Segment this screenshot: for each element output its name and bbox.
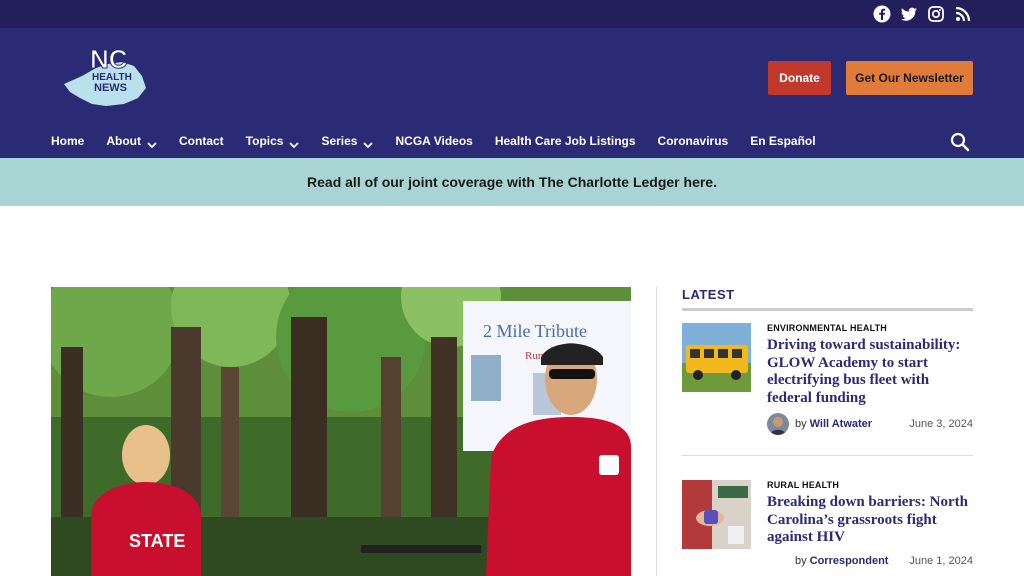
article-author[interactable]: Will Atwater: [810, 418, 872, 430]
column-divider: [656, 287, 657, 576]
announcement-banner: Read all of our joint coverage with The …: [0, 158, 1024, 206]
article-category[interactable]: RURAL HEALTH: [767, 480, 973, 490]
nav-label: En Español: [750, 134, 816, 148]
nav-item-coronavirus[interactable]: Coronavirus: [658, 134, 729, 148]
facebook-icon[interactable]: [873, 5, 891, 23]
article-thumbnail[interactable]: [682, 323, 751, 392]
nav-label: Contact: [179, 134, 224, 148]
nav-item-ncga-videos[interactable]: NCGA Videos: [395, 134, 472, 148]
donate-button[interactable]: Donate: [768, 61, 831, 95]
nav-item-job-listings[interactable]: Health Care Job Listings: [495, 134, 636, 148]
nav-label: Home: [51, 134, 85, 148]
instagram-icon[interactable]: [927, 5, 945, 23]
social-links: [873, 5, 972, 23]
avatar: [767, 413, 789, 435]
nav-label: NCGA Videos: [395, 134, 473, 148]
chevron-down-icon[interactable]: [363, 138, 374, 148]
nav-label: Health Care Job Listings: [494, 134, 636, 148]
article-title[interactable]: Driving toward sustainability: GLOW Acad…: [767, 337, 973, 407]
article-thumbnail[interactable]: [682, 480, 751, 549]
hero-image[interactable]: 2 Mile Tribute Run/Walk STATE: [51, 287, 631, 576]
article-date: June 1, 2024: [909, 555, 973, 567]
byline-prefix: by: [795, 555, 807, 567]
nav-item-home[interactable]: Home: [51, 134, 84, 148]
nav-label: Coronavirus: [657, 134, 729, 148]
site-header: NC HEALTH NEWS Donate Get Our Newsletter…: [0, 28, 1024, 158]
poster-title: 2 Mile Tribute: [483, 321, 587, 341]
article-author[interactable]: Correspondent: [810, 555, 889, 567]
article-category[interactable]: ENVIRONMENTAL HEALTH: [767, 323, 973, 333]
article-date: June 3, 2024: [909, 418, 973, 430]
rss-icon[interactable]: [954, 5, 972, 23]
logo-nc: NC: [90, 46, 128, 74]
site-logo[interactable]: NC HEALTH NEWS: [62, 44, 148, 110]
logo-news: NEWS: [94, 82, 127, 94]
article-separator: [682, 455, 973, 456]
nav-item-en-espanol[interactable]: En Español: [750, 134, 815, 148]
svg-text:STATE: STATE: [129, 531, 185, 551]
search-icon[interactable]: [950, 132, 970, 152]
nav-item-topics[interactable]: Topics: [246, 134, 300, 148]
top-bar: [0, 0, 1024, 28]
latest-heading: LATEST: [682, 287, 973, 311]
byline-prefix: by: [795, 418, 807, 430]
main-nav: Home About Contact Topics Series NCGA Vi…: [51, 134, 838, 148]
nav-label: Topics: [245, 134, 284, 148]
nav-item-contact[interactable]: Contact: [179, 134, 224, 148]
nav-label: About: [106, 134, 141, 148]
twitter-icon[interactable]: [900, 5, 918, 23]
nav-label: Series: [321, 134, 358, 148]
latest-sidebar: LATEST ENVIRONMENTAL HEALTH Driving towa…: [682, 287, 973, 567]
chevron-down-icon[interactable]: [147, 138, 157, 148]
charlotte-ledger-link[interactable]: Read all of our joint coverage with The …: [307, 174, 717, 190]
nav-item-about[interactable]: About: [106, 134, 157, 148]
chevron-down-icon[interactable]: [289, 138, 300, 148]
nav-item-series[interactable]: Series: [321, 134, 374, 148]
newsletter-button[interactable]: Get Our Newsletter: [846, 61, 973, 95]
article-title[interactable]: Breaking down barriers: North Carolina’s…: [767, 494, 973, 547]
